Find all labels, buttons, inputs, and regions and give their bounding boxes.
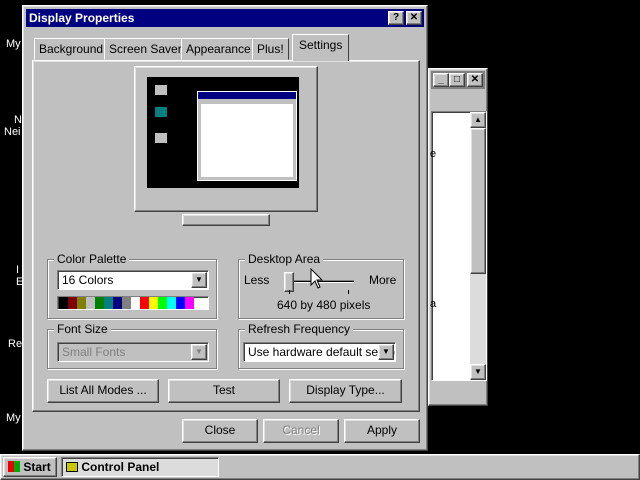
refresh-frequency-value: Use hardware default setting (248, 345, 396, 359)
start-label: Start (23, 460, 51, 474)
color-swatch (131, 297, 140, 309)
dialog-title: Display Properties (29, 11, 135, 25)
preview-content (201, 104, 293, 177)
color-palette-label: Color Palette (54, 252, 130, 266)
test-button[interactable]: Test (168, 379, 280, 403)
list-all-modes-button[interactable]: List All Modes ... (47, 379, 159, 403)
preview-titlebar (198, 92, 296, 99)
desktop-icon-label[interactable]: My (6, 38, 21, 50)
color-swatch (158, 297, 167, 309)
scroll-down-button[interactable]: ▼ (470, 364, 486, 380)
color-swatch (167, 297, 176, 309)
monitor-preview (134, 66, 318, 226)
font-size-value: Small Fonts (62, 345, 126, 359)
tab-appearance[interactable]: Appearance (181, 38, 256, 60)
color-swatch (104, 297, 113, 309)
content-fragment: e (430, 148, 437, 160)
close-dialog-button[interactable]: Close (182, 419, 258, 443)
taskbar-item-control-panel[interactable]: Control Panel (61, 457, 219, 477)
tab-background[interactable]: Background (34, 38, 109, 60)
desktop-icon-label[interactable]: My (6, 412, 21, 424)
scroll-up-button[interactable]: ▲ (470, 112, 486, 128)
font-size-group: Font Size Small Fonts ▼ (47, 322, 217, 369)
color-swatch (77, 297, 86, 309)
color-palette-select[interactable]: 16 Colors ▼ (57, 270, 209, 290)
desktop-icon-label[interactable]: I (16, 264, 19, 276)
preview-taskbar (147, 188, 299, 195)
color-palette-group: Color Palette 16 Colors ▼ (47, 252, 217, 319)
slider-thumb[interactable] (284, 272, 294, 292)
control-panel-titlebar[interactable]: _ □ ✕ (431, 71, 485, 89)
resolution-text: 640 by 480 pixels (277, 298, 371, 312)
chevron-down-icon[interactable]: ▼ (191, 272, 207, 288)
preview-window (197, 91, 297, 181)
control-panel-window[interactable]: _ □ ✕ e a ▲ ▼ (428, 68, 488, 406)
refresh-frequency-group: Refresh Frequency Use hardware default s… (238, 322, 404, 369)
tab-settings[interactable]: Settings (292, 34, 350, 61)
desktop-area-label: Desktop Area (245, 252, 324, 266)
color-swatch (122, 297, 131, 309)
display-type-button[interactable]: Display Type... (289, 379, 402, 403)
apply-button[interactable]: Apply (344, 419, 420, 443)
preview-desktop-icon (155, 85, 167, 95)
mouse-pointer-icon (310, 268, 324, 289)
color-swatch (95, 297, 104, 309)
desktop-icon-label[interactable]: Nei (4, 126, 21, 138)
windows-logo-icon (8, 461, 20, 472)
color-swatch (185, 297, 194, 309)
color-swatch (140, 297, 149, 309)
start-button[interactable]: Start (3, 457, 57, 477)
monitor-base (182, 214, 270, 226)
scroll-thumb[interactable] (470, 128, 486, 274)
taskbar: Start Control Panel (0, 454, 640, 480)
color-swatch (176, 297, 185, 309)
help-button[interactable]: ? (388, 11, 404, 25)
refresh-frequency-label: Refresh Frequency (245, 322, 354, 336)
tab-screen-saver[interactable]: Screen Saver (104, 38, 187, 60)
color-swatch-strip (57, 296, 209, 310)
content-fragment: a (430, 298, 437, 310)
control-panel-content[interactable]: e a ▲ ▼ (430, 111, 487, 381)
monitor-bezel (134, 66, 318, 212)
close-button[interactable]: ✕ (406, 11, 422, 25)
color-swatch (149, 297, 158, 309)
chevron-down-icon[interactable]: ▼ (378, 344, 394, 360)
refresh-frequency-select[interactable]: Use hardware default setting ▼ (243, 342, 396, 362)
color-swatch (86, 297, 95, 309)
maximize-button[interactable]: □ (449, 73, 465, 87)
slider-less-label: Less (244, 273, 270, 287)
chevron-down-icon: ▼ (191, 344, 207, 360)
cancel-button: Cancel (263, 419, 339, 443)
slider-ticks (289, 290, 349, 294)
color-swatch (113, 297, 122, 309)
color-swatch (68, 297, 77, 309)
color-swatch (59, 297, 68, 309)
slider-more-label: More (369, 273, 397, 287)
minimize-button[interactable]: _ (433, 73, 449, 87)
settings-panel: Color Palette 16 Colors ▼ Desktop Area L… (32, 60, 420, 412)
folder-icon (66, 462, 78, 472)
desktop-icon-label[interactable]: N (14, 114, 22, 126)
desktop-icon-label[interactable]: Re (8, 338, 22, 350)
monitor-screen (147, 77, 299, 195)
dialog-titlebar[interactable]: Display Properties ? ✕ (26, 9, 424, 27)
taskbar-item-label: Control Panel (81, 460, 160, 474)
tab-plus[interactable]: Plus! (252, 38, 289, 60)
vertical-scrollbar[interactable]: ▲ ▼ (470, 112, 486, 380)
color-palette-value: 16 Colors (62, 273, 114, 287)
close-button[interactable]: ✕ (467, 73, 483, 87)
preview-desktop-icon (155, 107, 167, 117)
font-size-select: Small Fonts ▼ (57, 342, 209, 362)
font-size-label: Font Size (54, 322, 111, 336)
display-properties-dialog[interactable]: Display Properties ? ✕ Background Screen… (22, 5, 428, 451)
preview-desktop-icon (155, 133, 167, 143)
